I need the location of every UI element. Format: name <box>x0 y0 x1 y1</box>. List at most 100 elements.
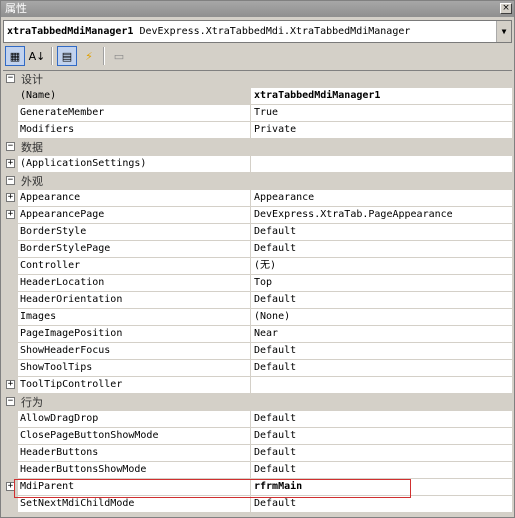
property-name[interactable]: Images <box>18 309 251 326</box>
category-row[interactable]: − 设计 <box>3 71 512 88</box>
property-name[interactable]: HeaderButtonsShowMode <box>18 462 251 479</box>
category-row[interactable]: − 行为 <box>3 394 512 411</box>
property-name[interactable]: MdiParent <box>18 479 251 496</box>
property-value[interactable]: Appearance <box>251 190 512 207</box>
collapse-icon[interactable]: − <box>6 397 15 406</box>
category-label: 数据 <box>21 141 43 154</box>
property-name[interactable]: (ApplicationSettings) <box>18 156 251 173</box>
category-label: 外观 <box>21 175 43 188</box>
category-row[interactable]: − 数据 <box>3 139 512 156</box>
property-row[interactable]: + MdiParent rfrmMain <box>3 479 512 496</box>
property-row[interactable]: + ToolTipController <box>3 377 512 394</box>
object-selector[interactable]: xtraTabbedMdiManager1 DevExpress.XtraTab… <box>3 20 512 43</box>
property-value[interactable]: Default <box>251 445 512 462</box>
property-row[interactable]: HeaderButtons Default <box>3 445 512 462</box>
property-row[interactable]: AllowDragDrop Default <box>3 411 512 428</box>
property-name[interactable]: HeaderLocation <box>18 275 251 292</box>
property-name[interactable]: AppearancePage <box>18 207 251 224</box>
property-value[interactable]: Near <box>251 326 512 343</box>
property-name[interactable]: BorderStylePage <box>18 241 251 258</box>
property-row[interactable]: GenerateMember True <box>3 105 512 122</box>
property-row[interactable]: SetNextMdiChildMode Default <box>3 496 512 513</box>
category-row[interactable]: − 外观 <box>3 173 512 190</box>
expand-plus-icon[interactable]: + <box>6 193 15 202</box>
close-button[interactable]: × <box>500 3 512 14</box>
property-value[interactable]: Default <box>251 496 512 513</box>
collapse-icon[interactable]: − <box>6 142 15 151</box>
property-name[interactable]: BorderStyle <box>18 224 251 241</box>
property-row[interactable]: ShowHeaderFocus Default <box>3 343 512 360</box>
property-grid: − 设计 (Name) xtraTabbedMdiManager1 GenerateMe… <box>3 70 512 516</box>
properties-window: 属性 × xtraTabbedMdiManager1 DevExpress.Xt… <box>0 0 515 518</box>
categorized-icon[interactable]: ▦ <box>5 46 25 66</box>
property-value[interactable]: xtraTabbedMdiManager1 <box>251 88 512 105</box>
alphabetical-sort-icon[interactable]: A↓ <box>27 46 47 66</box>
property-value[interactable]: DevExpress.XtraTab.PageAppearance <box>251 207 512 224</box>
property-name[interactable]: PageImagePosition <box>18 326 251 343</box>
property-row[interactable]: + (ApplicationSettings) <box>3 156 512 173</box>
property-name[interactable]: ClosePageButtonShowMode <box>18 428 251 445</box>
property-value[interactable]: rfrmMain <box>251 479 512 496</box>
expand-plus-icon[interactable]: + <box>6 380 15 389</box>
property-value[interactable]: (None) <box>251 309 512 326</box>
property-value[interactable] <box>251 377 512 394</box>
property-row[interactable]: Modifiers Private <box>3 122 512 139</box>
property-value[interactable]: Default <box>251 241 512 258</box>
selected-object-name: xtraTabbedMdiManager1 <box>7 26 134 37</box>
property-toolbar: ▦ A↓ ▤ ⚡ ▭ <box>3 45 514 67</box>
properties-icon[interactable]: ▤ <box>57 46 77 66</box>
expand-plus-icon[interactable]: + <box>6 210 15 219</box>
collapse-icon[interactable]: − <box>6 74 15 83</box>
property-value[interactable]: Default <box>251 411 512 428</box>
property-row[interactable]: HeaderOrientation Default <box>3 292 512 309</box>
property-row[interactable]: HeaderLocation Top <box>3 275 512 292</box>
category-label: 设计 <box>21 73 43 86</box>
property-row[interactable]: ShowToolTips Default <box>3 360 512 377</box>
property-name[interactable]: ShowToolTips <box>18 360 251 377</box>
selected-object-type: DevExpress.XtraTabbedMdi.XtraTabbedMdiMa… <box>139 26 411 37</box>
chevron-down-icon[interactable]: ▼ <box>496 21 511 42</box>
category-label: 行为 <box>21 396 43 409</box>
property-name[interactable]: SetNextMdiChildMode <box>18 496 251 513</box>
property-row[interactable]: Controller (无) <box>3 258 512 275</box>
property-name[interactable]: Appearance <box>18 190 251 207</box>
property-value[interactable]: (无) <box>251 258 512 275</box>
property-name[interactable]: (Name) <box>18 88 251 105</box>
property-name[interactable]: HeaderOrientation <box>18 292 251 309</box>
property-row[interactable]: BorderStyle Default <box>3 224 512 241</box>
property-value[interactable]: Top <box>251 275 512 292</box>
toolbar-divider <box>51 47 53 65</box>
property-row[interactable]: ClosePageButtonShowMode Default <box>3 428 512 445</box>
property-value[interactable]: Default <box>251 292 512 309</box>
property-name[interactable]: Modifiers <box>18 122 251 139</box>
property-value[interactable]: Default <box>251 224 512 241</box>
property-name[interactable]: AllowDragDrop <box>18 411 251 428</box>
property-row[interactable]: BorderStylePage Default <box>3 241 512 258</box>
property-value[interactable]: True <box>251 105 512 122</box>
property-value[interactable]: Default <box>251 428 512 445</box>
property-value[interactable]: Default <box>251 360 512 377</box>
property-value[interactable]: Default <box>251 343 512 360</box>
expand-plus-icon[interactable]: + <box>6 159 15 168</box>
property-pages-icon[interactable]: ▭ <box>109 46 129 66</box>
property-row[interactable]: PageImagePosition Near <box>3 326 512 343</box>
property-value[interactable]: Private <box>251 122 512 139</box>
collapse-icon[interactable]: − <box>6 176 15 185</box>
property-row[interactable]: (Name) xtraTabbedMdiManager1 <box>3 88 512 105</box>
property-name[interactable]: GenerateMember <box>18 105 251 122</box>
property-value[interactable]: Default <box>251 462 512 479</box>
window-title: 属性 <box>5 2 27 15</box>
property-name[interactable]: Controller <box>18 258 251 275</box>
property-row[interactable]: + Appearance Appearance <box>3 190 512 207</box>
window-titlebar: 属性 × <box>1 1 514 17</box>
property-row[interactable]: HeaderButtonsShowMode Default <box>3 462 512 479</box>
expand-plus-icon[interactable]: + <box>6 482 15 491</box>
toolbar-divider <box>103 47 105 65</box>
property-name[interactable]: HeaderButtons <box>18 445 251 462</box>
property-name[interactable]: ToolTipController <box>18 377 251 394</box>
property-row[interactable]: Images (None) <box>3 309 512 326</box>
property-row[interactable]: + AppearancePage DevExpress.XtraTab.PageAp… <box>3 207 512 224</box>
property-name[interactable]: ShowHeaderFocus <box>18 343 251 360</box>
property-value[interactable] <box>251 156 512 173</box>
events-lightning-icon[interactable]: ⚡ <box>79 46 99 66</box>
